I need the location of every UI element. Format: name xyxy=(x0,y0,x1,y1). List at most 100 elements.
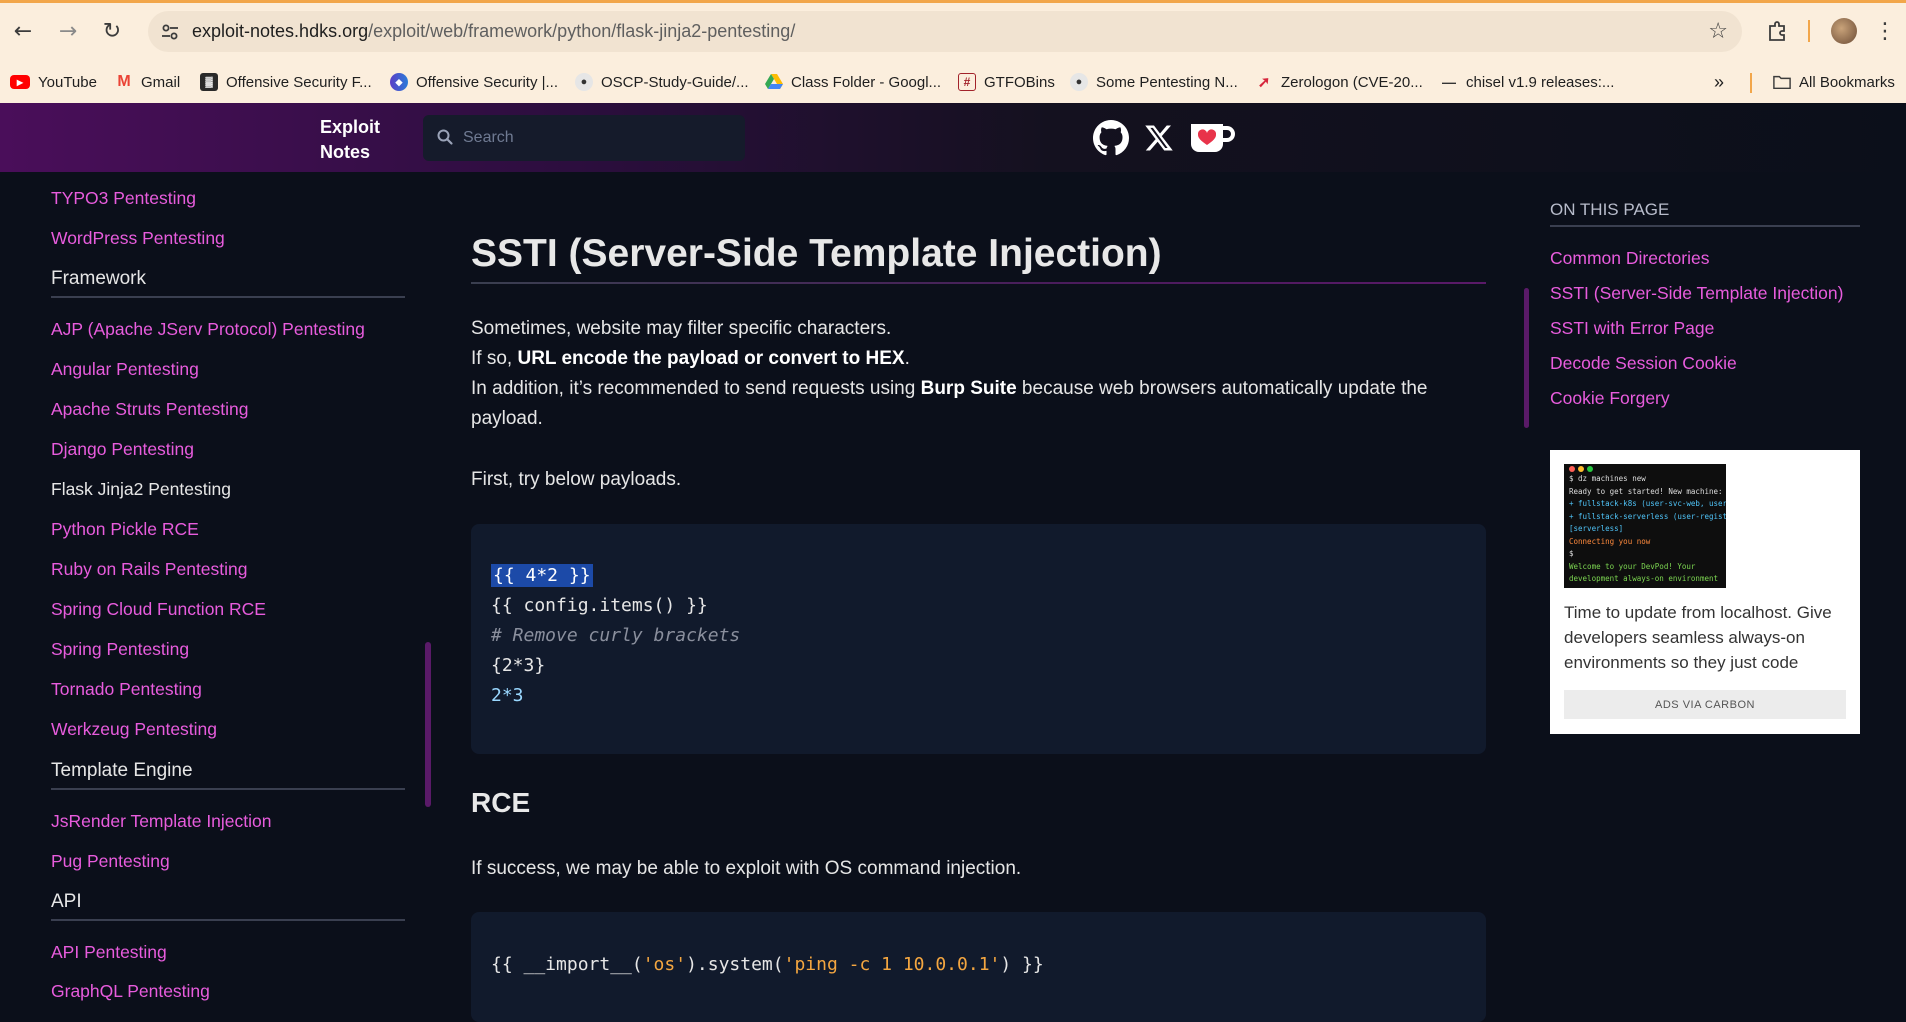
chrome-menu-icon[interactable]: ⋮ xyxy=(1870,16,1900,46)
bookmark-offsec-2[interactable]: ◆ Offensive Security |... xyxy=(390,71,558,93)
sidebar-item-typo3[interactable]: TYPO3 Pentesting xyxy=(51,188,196,209)
rce-code-block[interactable]: {{ __import__('os').system('ping -c 1 10… xyxy=(471,912,1486,1022)
sidebar-section-template-engine[interactable]: Template Engine xyxy=(51,760,405,790)
bookmark-gmail[interactable]: M Gmail xyxy=(115,71,180,93)
terminal-line: Welcome to your DevPod! Your xyxy=(1569,561,1696,571)
window-dots xyxy=(1569,466,1721,472)
terminal-line: $ dz machines new xyxy=(1569,474,1646,483)
sidebar-section-framework[interactable]: Framework xyxy=(51,268,405,298)
sidebar-item-spring[interactable]: Spring Pentesting xyxy=(51,639,189,660)
all-bookmarks-button[interactable]: All Bookmarks xyxy=(1773,71,1895,93)
more-bookmarks-button[interactable]: » xyxy=(1714,71,1724,93)
payloads-paragraph: First, try below payloads. xyxy=(471,469,682,490)
toc-item-ssti[interactable]: SSTI (Server-Side Template Injection) xyxy=(1550,283,1843,304)
bookmark-chisel[interactable]: — chisel v1.9 releases:... xyxy=(1440,71,1614,93)
terminal-line: development always-on environment xyxy=(1569,574,1719,583)
sidebar-item-tornado[interactable]: Tornado Pentesting xyxy=(51,679,202,700)
ad-text[interactable]: Time to update from localhost. Give deve… xyxy=(1564,600,1854,675)
terminal-line: Ready to get started! New machine: xyxy=(1569,486,1723,496)
text-span: because web browsers automatically updat… xyxy=(1016,378,1428,399)
title-divider xyxy=(471,282,1486,284)
search-input[interactable]: Search xyxy=(423,115,745,161)
bookmark-class-folder[interactable]: Class Folder - Googl... xyxy=(765,71,941,93)
code-token: {{ __import__( xyxy=(491,954,643,975)
sidebar-item-django[interactable]: Django Pentesting xyxy=(51,439,194,460)
ads-via-carbon-link[interactable]: ADS VIA CARBON xyxy=(1564,690,1846,719)
sidebar-item-wordpress[interactable]: WordPress Pentesting xyxy=(51,228,225,249)
sidebar-section-api[interactable]: API xyxy=(51,891,405,921)
all-bookmarks-label: All Bookmarks xyxy=(1799,73,1895,91)
code-string: 'os' xyxy=(642,954,687,975)
site-header: Exploit Notes Search xyxy=(0,103,1906,172)
bookmark-gtfobins[interactable]: # GTFOBins xyxy=(958,71,1055,93)
payload-code-block[interactable]: {{ 4*2 }} {{ config.items() }} # Remove … xyxy=(471,524,1486,754)
bookmark-label: Offensive Security |... xyxy=(416,73,559,91)
bookmark-pentesting-notes[interactable]: ● Some Pentesting N... xyxy=(1070,71,1238,93)
github-icon: ● xyxy=(1070,73,1088,91)
github-icon: ● xyxy=(575,73,593,91)
bookmark-youtube[interactable]: ▶ YouTube xyxy=(10,71,97,93)
bold-span: URL encode the payload or convert to HEX xyxy=(517,348,905,369)
bookmark-oscp-guide[interactable]: ● OSCP-Study-Guide/... xyxy=(575,71,749,93)
bookmark-zerologon[interactable]: ➚ Zerologon (CVE-20... xyxy=(1255,71,1423,93)
sidebar-item-werkzeug[interactable]: Werkzeug Pentesting xyxy=(51,719,217,740)
text-span: In addition, it’s recommended to send re… xyxy=(471,378,921,399)
sidebar-item-api-pentesting[interactable]: API Pentesting xyxy=(51,942,167,963)
sidebar-item-apache-struts[interactable]: Apache Struts Pentesting xyxy=(51,399,248,420)
zerologon-icon: ➚ xyxy=(1257,74,1271,91)
bookmark-offsec-1[interactable]: ▓ Offensive Security F... xyxy=(200,71,372,93)
site-logo[interactable]: Exploit Notes xyxy=(320,115,380,165)
rce-heading: RCE xyxy=(471,787,531,818)
address-bar[interactable]: exploit-notes.hdks.org/exploit/web/frame… xyxy=(148,11,1742,52)
code-line-4[interactable]: {2*3} xyxy=(491,655,545,676)
forward-arrow-icon[interactable]: → xyxy=(53,16,83,46)
intro-line-4: payload. xyxy=(471,408,543,429)
x-twitter-icon[interactable] xyxy=(1143,119,1175,157)
sidebar-item-pug[interactable]: Pug Pentesting xyxy=(51,851,170,872)
bookmark-star-icon[interactable]: ☆ xyxy=(1708,19,1728,44)
rce-paragraph: If success, we may be able to exploit wi… xyxy=(471,858,1022,879)
extensions-icon[interactable] xyxy=(1762,16,1792,46)
profile-avatar[interactable] xyxy=(1829,16,1859,46)
sidebar-item-python-pickle[interactable]: Python Pickle RCE xyxy=(51,519,199,540)
code-string: 'ping -c 1 10.0.0.1' xyxy=(783,954,1001,975)
ad-terminal-image[interactable]: $ dz machines new Ready to get started! … xyxy=(1564,464,1726,588)
sidebar-item-ajp[interactable]: AJP (Apache JServ Protocol) Pentesting xyxy=(51,319,365,340)
bookmark-label: Zerologon (CVE-20... xyxy=(1281,73,1423,91)
code-line-5[interactable]: 2*3 xyxy=(491,685,524,706)
sidebar-item-flask-jinja2[interactable]: Flask Jinja2 Pentesting xyxy=(51,479,231,500)
code-token: ) }} xyxy=(1000,954,1044,975)
bookmark-label: Some Pentesting N... xyxy=(1096,73,1238,91)
kofi-icon[interactable] xyxy=(1188,119,1236,157)
toc-item-decode-session-cookie[interactable]: Decode Session Cookie xyxy=(1550,353,1737,374)
site-settings-icon[interactable] xyxy=(158,20,182,44)
search-placeholder: Search xyxy=(463,129,514,146)
code-line-1[interactable]: {{ 4*2 }} xyxy=(491,564,593,587)
github-icon[interactable] xyxy=(1093,119,1129,157)
sidebar-item-ruby-on-rails[interactable]: Ruby on Rails Pentesting xyxy=(51,559,248,580)
carbon-ad[interactable]: $ dz machines new Ready to get started! … xyxy=(1550,450,1860,734)
toc-item-common-directories[interactable]: Common Directories xyxy=(1550,248,1709,269)
bookmark-label: Class Folder - Googl... xyxy=(791,73,942,91)
code-line-2[interactable]: {{ config.items() }} xyxy=(491,595,708,616)
sidebar-scrollbar[interactable] xyxy=(425,642,431,807)
sidebar-item-spring-cloud-function[interactable]: Spring Cloud Function RCE xyxy=(51,599,266,620)
back-arrow-icon[interactable]: ← xyxy=(8,16,38,46)
close-dot-icon xyxy=(1569,466,1575,472)
tab-strip-edge xyxy=(0,0,1906,3)
toc-heading: ON THIS PAGE xyxy=(1550,200,1860,227)
bookmark-label: OSCP-Study-Guide/... xyxy=(601,73,749,91)
url-text[interactable]: exploit-notes.hdks.org/exploit/web/frame… xyxy=(192,21,795,42)
sidebar-item-angular[interactable]: Angular Pentesting xyxy=(51,359,199,380)
code-line-3[interactable]: # Remove curly brackets xyxy=(491,625,740,646)
toc-item-ssti-error-page[interactable]: SSTI with Error Page xyxy=(1550,318,1714,339)
chisel-icon: — xyxy=(1442,74,1456,90)
rce-code-line[interactable]: {{ __import__('os').system('ping -c 1 10… xyxy=(491,954,1044,975)
toc-item-cookie-forgery[interactable]: Cookie Forgery xyxy=(1550,388,1670,409)
sidebar-item-graphql[interactable]: GraphQL Pentesting xyxy=(51,981,210,1002)
reload-icon[interactable]: ↻ xyxy=(97,16,127,46)
youtube-icon: ▶ xyxy=(10,75,30,89)
intro-line-3: In addition, it’s recommended to send re… xyxy=(471,374,1481,404)
sidebar-item-jsrender[interactable]: JsRender Template Injection xyxy=(51,811,272,832)
page-title: SSTI (Server-Side Template Injection) xyxy=(471,232,1162,275)
